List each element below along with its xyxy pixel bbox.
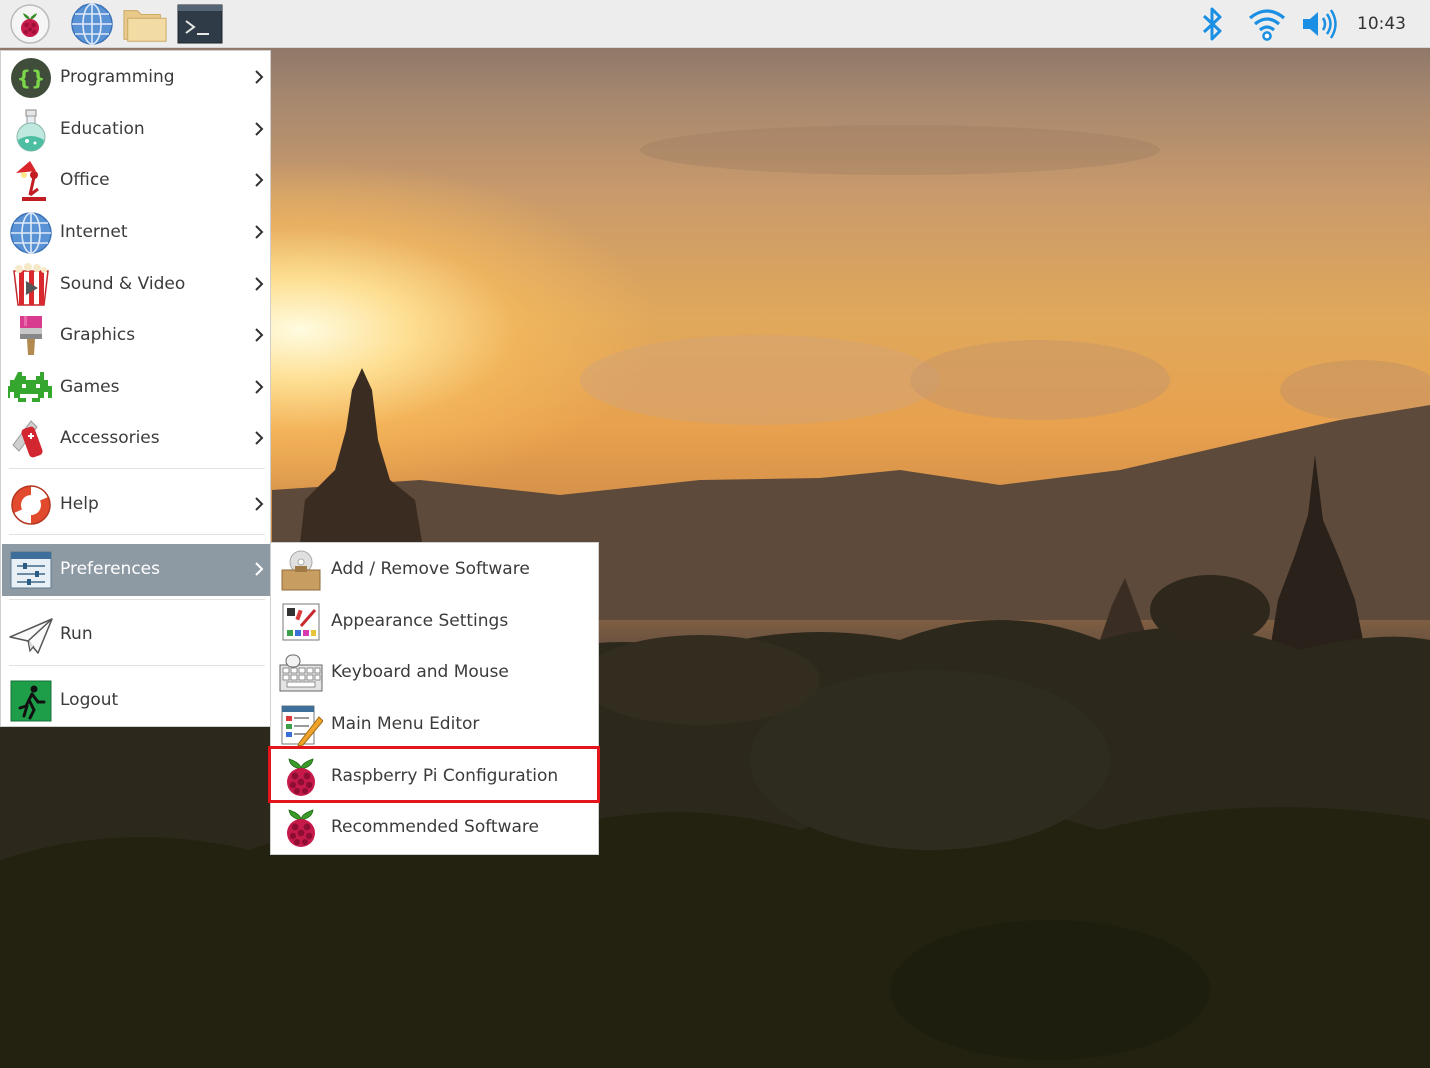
main-menu: {} Programming Education Office Internet… bbox=[0, 50, 271, 727]
submenu-item-keyboard-mouse[interactable]: Keyboard and Mouse bbox=[272, 647, 598, 699]
menu-item-label: Education bbox=[60, 119, 145, 139]
clock[interactable]: 10:43 bbox=[1357, 14, 1406, 34]
menu-item-preferences[interactable]: Preferences bbox=[2, 544, 270, 596]
bluetooth-icon bbox=[1202, 7, 1222, 41]
menu-item-label: Games bbox=[60, 377, 120, 397]
menu-separator bbox=[9, 665, 265, 666]
menu-item-label: Accessories bbox=[60, 428, 160, 448]
package-icon bbox=[278, 548, 324, 592]
menu-item-programming[interactable]: {} Programming bbox=[2, 52, 270, 104]
bluetooth-button[interactable] bbox=[1196, 6, 1230, 42]
top-panel: 10:43 bbox=[0, 0, 1430, 48]
menu-item-label: Office bbox=[60, 170, 110, 190]
menu-item-internet[interactable]: Internet bbox=[2, 207, 270, 259]
raspberry-icon bbox=[278, 755, 324, 799]
chevron-right-icon bbox=[255, 497, 264, 511]
menu-item-games[interactable]: Games bbox=[2, 362, 270, 414]
chevron-right-icon bbox=[255, 225, 264, 239]
submenu-item-label: Recommended Software bbox=[331, 817, 539, 837]
internet-icon bbox=[8, 211, 54, 255]
submenu-item-main-menu-editor[interactable]: Main Menu Editor bbox=[272, 699, 598, 751]
menu-item-label: Programming bbox=[60, 67, 175, 87]
menu-item-label: Logout bbox=[60, 690, 119, 710]
programming-icon: {} bbox=[8, 56, 54, 100]
menu-item-label: Preferences bbox=[60, 559, 160, 579]
chevron-right-icon bbox=[255, 173, 264, 187]
web-browser-launcher[interactable] bbox=[69, 2, 115, 46]
menu-item-label: Internet bbox=[60, 222, 128, 242]
help-icon bbox=[8, 483, 54, 527]
submenu-item-label: Main Menu Editor bbox=[331, 714, 480, 734]
preferences-submenu: Add / Remove Software Appearance Setting… bbox=[270, 542, 599, 855]
submenu-item-add-remove-software[interactable]: Add / Remove Software bbox=[272, 544, 598, 596]
globe-icon bbox=[71, 3, 113, 45]
accessories-icon bbox=[8, 417, 54, 461]
chevron-right-icon bbox=[255, 277, 264, 291]
logout-icon bbox=[8, 679, 54, 723]
raspberry-icon bbox=[278, 806, 324, 850]
menu-item-logout[interactable]: Logout bbox=[2, 675, 270, 727]
menu-item-education[interactable]: Education bbox=[2, 104, 270, 156]
volume-button[interactable] bbox=[1298, 6, 1342, 42]
chevron-right-icon bbox=[255, 70, 264, 84]
menu-separator bbox=[9, 534, 265, 535]
menu-item-help[interactable]: Help bbox=[2, 479, 270, 531]
menu-item-accessories[interactable]: Accessories bbox=[2, 413, 270, 465]
keyboard-mouse-icon bbox=[278, 651, 324, 695]
chevron-right-icon bbox=[255, 562, 264, 576]
run-icon bbox=[8, 613, 54, 657]
raspberry-menu-button[interactable] bbox=[7, 2, 53, 46]
office-icon bbox=[8, 159, 54, 203]
folder-icon bbox=[123, 10, 167, 42]
raspberry-icon bbox=[10, 4, 50, 44]
file-manager-launcher[interactable] bbox=[122, 2, 168, 46]
menu-editor-icon bbox=[278, 703, 324, 747]
menu-item-graphics[interactable]: Graphics bbox=[2, 310, 270, 362]
terminal-launcher[interactable] bbox=[177, 2, 223, 46]
svg-text:{}: {} bbox=[17, 66, 45, 90]
submenu-item-raspberry-pi-configuration[interactable]: Raspberry Pi Configuration bbox=[272, 751, 598, 803]
menu-item-label: Run bbox=[60, 624, 93, 644]
menu-item-label: Graphics bbox=[60, 325, 136, 345]
submenu-item-label: Add / Remove Software bbox=[331, 559, 530, 579]
menu-separator bbox=[9, 468, 265, 469]
games-icon bbox=[8, 366, 54, 410]
education-icon bbox=[8, 108, 54, 152]
wifi-button[interactable] bbox=[1244, 6, 1290, 42]
chevron-right-icon bbox=[255, 431, 264, 445]
submenu-item-label: Raspberry Pi Configuration bbox=[331, 766, 559, 786]
chevron-right-icon bbox=[255, 122, 264, 136]
appearance-icon bbox=[278, 600, 324, 644]
terminal-icon bbox=[177, 4, 223, 44]
graphics-icon bbox=[8, 314, 54, 358]
chevron-right-icon bbox=[255, 380, 264, 394]
menu-item-office[interactable]: Office bbox=[2, 155, 270, 207]
menu-item-label: Sound & Video bbox=[60, 274, 186, 294]
sound-video-icon bbox=[8, 263, 54, 307]
wifi-icon bbox=[1248, 9, 1286, 41]
submenu-item-label: Keyboard and Mouse bbox=[331, 662, 509, 682]
volume-icon bbox=[1303, 9, 1337, 39]
chevron-right-icon bbox=[255, 328, 264, 342]
submenu-item-appearance-settings[interactable]: Appearance Settings bbox=[272, 596, 598, 648]
submenu-item-label: Appearance Settings bbox=[331, 611, 509, 631]
preferences-icon bbox=[8, 548, 54, 592]
menu-item-sound-video[interactable]: Sound & Video bbox=[2, 259, 270, 311]
menu-item-run[interactable]: Run bbox=[2, 609, 270, 661]
menu-separator bbox=[9, 599, 265, 600]
submenu-item-recommended-software[interactable]: Recommended Software bbox=[272, 802, 598, 854]
menu-item-label: Help bbox=[60, 494, 99, 514]
